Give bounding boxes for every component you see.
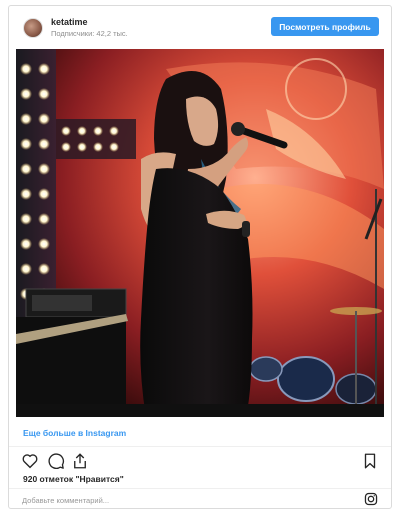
more-on-instagram-link[interactable]: Еще больше в Instagram (23, 428, 126, 438)
bookmark-icon[interactable] (361, 452, 379, 470)
followers-count: Подписчики: 42,2 тыс. (51, 29, 128, 38)
username[interactable]: ketatime (51, 17, 88, 27)
comment-row (9, 488, 391, 509)
more-on-instagram-row: Еще больше в Instagram (9, 420, 391, 447)
instagram-embed-card: ketatime Подписчики: 42,2 тыс. Посмотрет… (8, 5, 392, 509)
avatar[interactable] (23, 18, 43, 38)
view-profile-button[interactable]: Посмотреть профиль (271, 17, 379, 36)
post-photo[interactable] (16, 49, 384, 417)
action-bar (9, 448, 391, 474)
share-icon[interactable] (71, 452, 89, 470)
concert-photo-image (16, 49, 384, 417)
heart-icon[interactable] (21, 452, 39, 470)
comment-icon[interactable] (47, 452, 65, 470)
instagram-logo-icon[interactable] (364, 492, 378, 506)
post-header: ketatime Подписчики: 42,2 тыс. Посмотрет… (9, 6, 391, 48)
likes-count[interactable]: 920 отметок "Нравится" (23, 474, 124, 484)
comment-input[interactable] (22, 493, 342, 507)
